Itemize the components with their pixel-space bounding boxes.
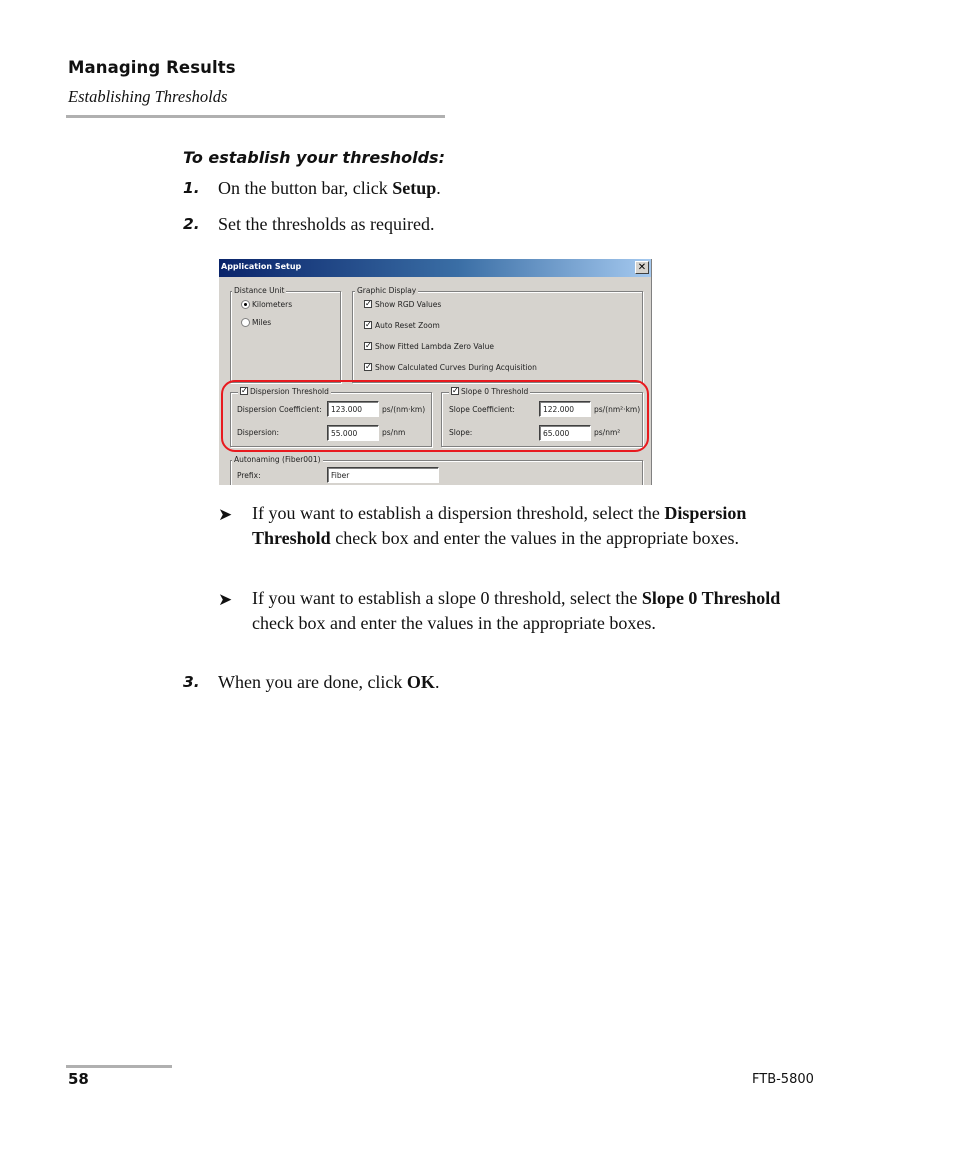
- step-punct: .: [434, 672, 440, 692]
- step-number: 3.: [183, 673, 200, 691]
- header-divider: [66, 115, 445, 118]
- dialog-title: Application Setup: [221, 262, 302, 271]
- step-text: On the button bar, click: [218, 178, 393, 198]
- step-2-text: Set the thresholds as required.: [218, 214, 435, 234]
- page-number: 58: [68, 1070, 89, 1088]
- checkmark-icon: ✓: [365, 321, 372, 329]
- auto-reset-zoom-checkbox[interactable]: ✓: [364, 321, 372, 329]
- step-3: 3.: [183, 673, 200, 692]
- bullet-text: check box and enter the values in the ap…: [252, 612, 656, 633]
- distance-unit-legend: Distance Unit: [232, 286, 287, 295]
- auto-reset-zoom-label: Auto Reset Zoom: [375, 321, 440, 330]
- product-model: FTB-5800: [752, 1072, 814, 1087]
- close-button[interactable]: ✕: [635, 261, 649, 274]
- chapter-title: Managing Results: [68, 58, 236, 77]
- footer-divider: [66, 1065, 172, 1068]
- step-number: 1.: [183, 179, 200, 197]
- bullet-dispersion-text: If you want to establish a dispersion th…: [252, 501, 792, 550]
- bullet-text: If you want to establish a slope 0 thres…: [252, 588, 642, 608]
- checkmark-icon: ✓: [365, 363, 372, 371]
- bullet-text: check box and enter the values in the ap…: [330, 527, 740, 548]
- prefix-input[interactable]: Fiber: [327, 467, 439, 483]
- show-calculated-curves-label: Show Calculated Curves During Acquisitio…: [375, 363, 537, 372]
- ui-term: Slope 0 Threshold: [641, 588, 781, 608]
- step-text: When you are done, click: [218, 672, 407, 692]
- step-1-text: On the button bar, click Setup.: [218, 178, 441, 199]
- kilometers-radio[interactable]: [241, 300, 250, 309]
- ui-term: OK: [406, 672, 435, 692]
- step-number: 2.: [183, 215, 200, 233]
- miles-radio[interactable]: [241, 318, 250, 327]
- show-calculated-curves-checkbox[interactable]: ✓: [364, 363, 372, 371]
- close-icon: ✕: [637, 262, 647, 273]
- show-rgd-values-checkbox[interactable]: ✓: [364, 300, 372, 308]
- threshold-highlight: [221, 380, 649, 452]
- show-fitted-lambda-label: Show Fitted Lambda Zero Value: [375, 342, 494, 351]
- show-fitted-lambda-checkbox[interactable]: ✓: [364, 342, 372, 350]
- section-title: Establishing Thresholds: [68, 87, 228, 106]
- prefix-label: Prefix:: [237, 471, 261, 480]
- kilometers-label: Kilometers: [252, 300, 293, 309]
- step-1: 1.: [183, 179, 200, 198]
- arrow-bullet-icon: ➤: [218, 505, 233, 524]
- step-punct: .: [436, 178, 441, 198]
- procedure-title: To establish your thresholds:: [183, 148, 445, 167]
- step-3-text: When you are done, click OK.: [218, 672, 439, 693]
- ui-term: Setup: [392, 178, 437, 198]
- miles-label: Miles: [252, 318, 272, 327]
- step-2: 2.: [183, 215, 200, 234]
- bullet-slope-text: If you want to establish a slope 0 thres…: [252, 586, 792, 635]
- arrow-bullet-icon: ➤: [218, 590, 233, 609]
- radio-selected-dot: [244, 303, 247, 306]
- bullet-text: If you want to establish a dispersion th…: [252, 503, 665, 523]
- show-rgd-values-label: Show RGD Values: [375, 300, 442, 309]
- autonaming-legend: Autonaming (Fiber001): [232, 455, 323, 464]
- graphic-display-legend: Graphic Display: [355, 286, 419, 295]
- dialog-titlebar: Application Setup ✕: [219, 259, 651, 277]
- checkmark-icon: ✓: [365, 300, 372, 308]
- checkmark-icon: ✓: [365, 342, 372, 350]
